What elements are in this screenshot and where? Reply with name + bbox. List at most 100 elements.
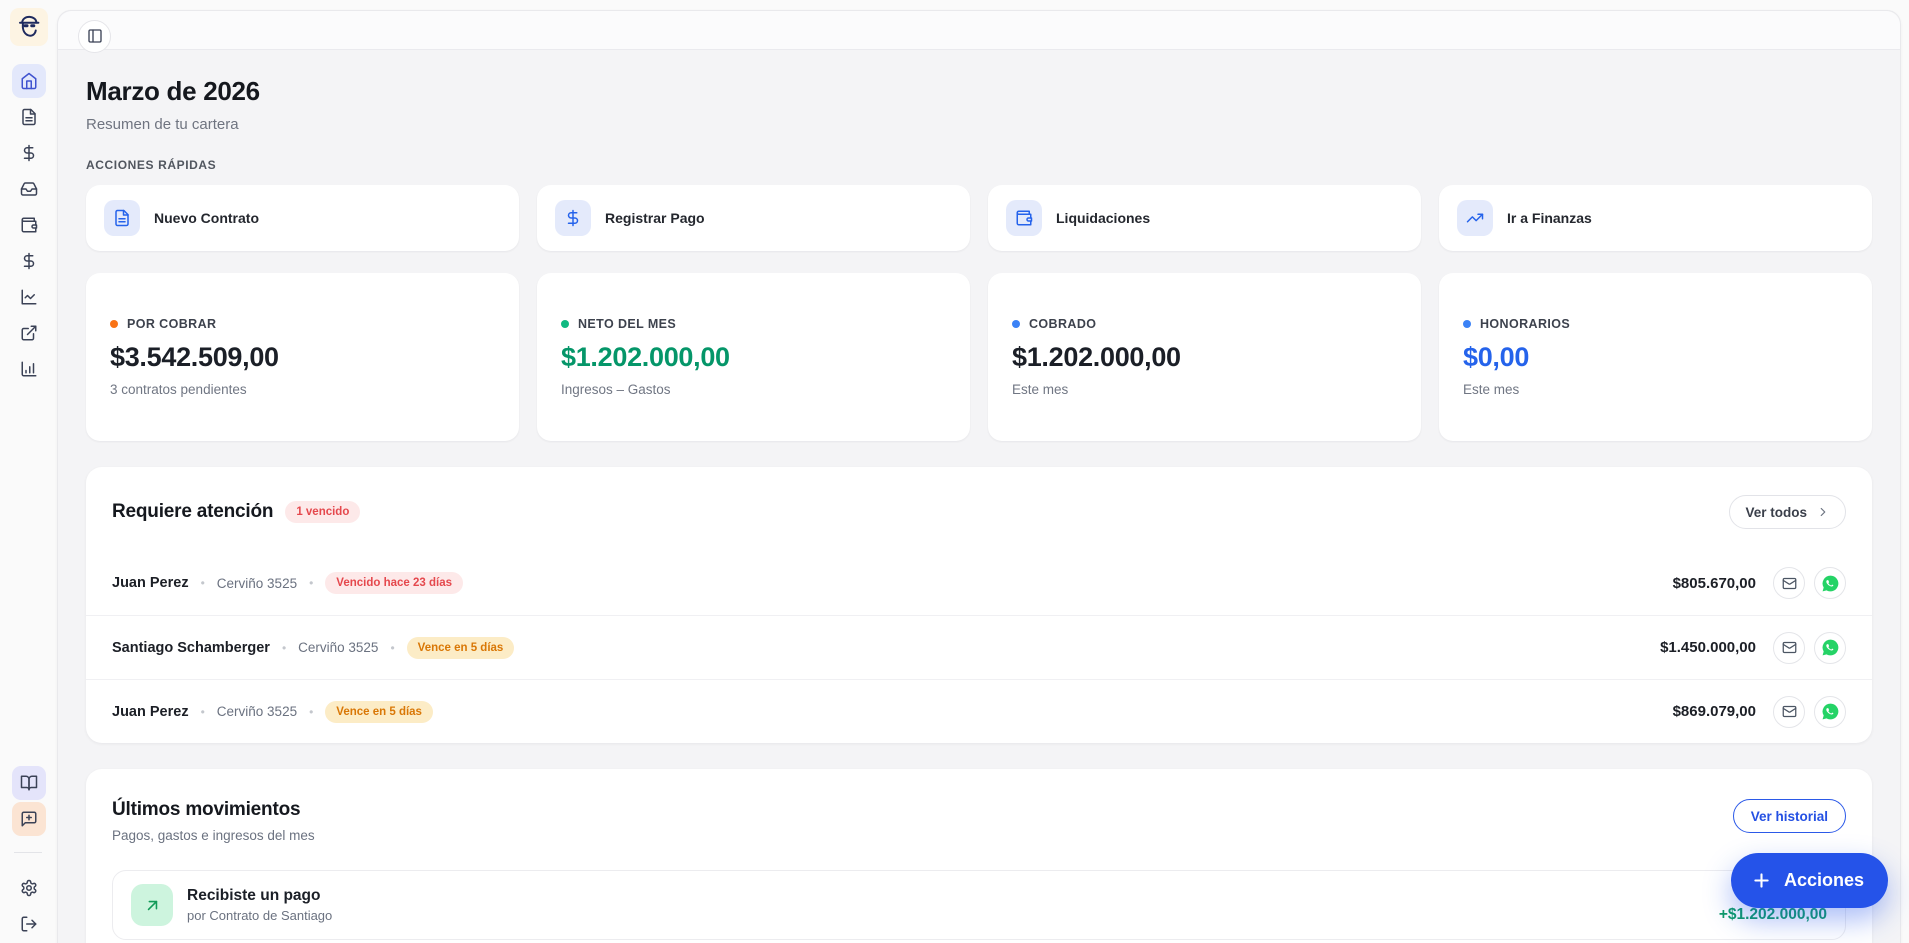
stat-label: HONORARIOS xyxy=(1480,317,1571,331)
book-open-icon xyxy=(20,775,37,791)
sidebar-item-external[interactable] xyxy=(12,316,46,350)
sidebar-item-home[interactable] xyxy=(11,64,46,98)
status-dot xyxy=(1463,320,1471,328)
movements-header: Últimos movimientos Pagos, gastos e ingr… xyxy=(112,799,1846,843)
amount-due: $1.450.000,00 xyxy=(1660,639,1756,656)
view-history-label: Ver historial xyxy=(1750,808,1828,824)
quick-action-label: Nuevo Contrato xyxy=(154,210,259,226)
sidebar-toggle-button[interactable] xyxy=(78,19,111,53)
home-icon xyxy=(21,72,36,90)
stat-card-neto-del-mes: NETO DEL MES $1.202.000,00 Ingresos – Ga… xyxy=(537,273,970,441)
page-title: Marzo de 2026 xyxy=(86,76,260,106)
sidebar-item-wallet[interactable] xyxy=(12,208,46,242)
topbar xyxy=(58,11,1900,53)
attention-card: Requiere atención 1 vencido Ver todos Ju… xyxy=(86,467,1872,743)
view-history-button[interactable]: Ver historial xyxy=(1732,799,1846,833)
mail-icon xyxy=(1782,641,1796,654)
movement-item[interactable]: Recibiste un pago por Contrato de Santia… xyxy=(112,870,1846,940)
fab-label: Acciones xyxy=(1783,870,1864,890)
arrow-up-right-icon xyxy=(131,884,173,926)
quick-action-label: Ir a Finanzas xyxy=(1507,210,1592,226)
movements-title: Últimos movimientos xyxy=(112,799,301,820)
property-address: Cerviño 3525 xyxy=(216,704,298,719)
message-plus-icon xyxy=(21,811,36,827)
tenant-name: Juan Perez xyxy=(112,575,189,591)
sidebar-item-reports[interactable] xyxy=(12,352,46,386)
app-logo[interactable] xyxy=(10,8,48,46)
stat-caption: Ingresos – Gastos xyxy=(561,382,671,397)
quick-actions-label: ACCIONES RÁPIDAS xyxy=(86,158,217,172)
sidebar-item-analytics[interactable] xyxy=(12,280,46,314)
attention-row[interactable]: Juan Perez • Cerviño 3525 • Vence en 5 d… xyxy=(86,679,1872,743)
sidebar-footer-nav xyxy=(0,871,57,943)
panel-left-icon xyxy=(87,29,102,43)
dollar-icon xyxy=(555,200,591,236)
quick-action-liquidaciones[interactable]: Liquidaciones xyxy=(988,185,1421,251)
separator-dot: • xyxy=(200,576,205,590)
file-text-icon xyxy=(104,200,140,236)
mail-icon xyxy=(1782,577,1796,589)
movements-card: Últimos movimientos Pagos, gastos e ingr… xyxy=(86,769,1872,943)
sidebar-item-settings[interactable] xyxy=(12,871,46,905)
sidebar-item-logout[interactable] xyxy=(12,907,46,941)
wallet-icon xyxy=(21,217,37,233)
status-badge: Vencido hace 23 días xyxy=(325,572,463,594)
main-panel: Marzo de 2026 Resumen de tu cartera ACCI… xyxy=(57,10,1901,943)
view-all-label: Ver todos xyxy=(1745,504,1807,520)
separator-dot: • xyxy=(200,704,205,719)
file-text-icon xyxy=(21,108,36,126)
sidebar-item-contracts[interactable] xyxy=(12,100,46,134)
movements-subtitle: Pagos, gastos e ingresos del mes xyxy=(112,828,315,843)
wallet-icon xyxy=(1006,200,1042,236)
sidebar-secondary-nav xyxy=(0,766,57,838)
stat-value: $1.202.000,00 xyxy=(1012,342,1181,372)
page-subtitle: Resumen de tu cartera xyxy=(86,116,239,133)
whatsapp-icon xyxy=(1822,575,1838,591)
stat-label: NETO DEL MES xyxy=(578,317,677,331)
stats-row: POR COBRAR $3.542.509,00 3 contratos pen… xyxy=(86,273,1872,441)
dollar-icon xyxy=(23,144,34,162)
stat-caption: Este mes xyxy=(1012,382,1069,397)
stat-caption: Este mes xyxy=(1463,382,1520,397)
email-button[interactable] xyxy=(1773,695,1805,728)
sidebar-item-inbox[interactable] xyxy=(12,172,46,206)
attention-header: Requiere atención 1 vencido Ver todos xyxy=(86,467,1872,551)
status-dot xyxy=(561,320,569,328)
status-dot xyxy=(1012,320,1020,328)
stat-label: COBRADO xyxy=(1029,317,1097,331)
amount-due: $869.079,00 xyxy=(1672,703,1756,720)
sidebar-divider xyxy=(14,852,42,853)
property-address: Cerviño 3525 xyxy=(298,640,379,655)
movement-subtitle: por Contrato de Santiago xyxy=(187,908,333,923)
attention-row[interactable]: Santiago Schamberger • Cerviño 3525 • Ve… xyxy=(86,615,1872,679)
sidebar xyxy=(0,0,57,943)
stat-caption: 3 contratos pendientes xyxy=(110,382,247,397)
whatsapp-icon xyxy=(1822,639,1838,656)
sidebar-item-docs[interactable] xyxy=(11,766,46,800)
quick-actions-row: Nuevo Contrato Registrar Pago Liquidacio… xyxy=(86,185,1872,251)
whatsapp-button[interactable] xyxy=(1814,695,1846,728)
email-button[interactable] xyxy=(1773,631,1805,664)
movement-title: Recibiste un pago xyxy=(187,887,321,904)
mail-icon xyxy=(1782,705,1796,718)
sidebar-item-feedback[interactable] xyxy=(11,802,46,836)
stat-card-honorarios: HONORARIOS $0,00 Este mes xyxy=(1439,273,1872,441)
stat-value: $3.542.509,00 xyxy=(110,342,279,372)
whatsapp-button[interactable] xyxy=(1814,567,1846,599)
sidebar-item-money[interactable] xyxy=(12,244,46,278)
view-all-button[interactable]: Ver todos xyxy=(1729,495,1846,529)
separator-dot: • xyxy=(309,704,314,719)
quick-action-ir-a-finanzas[interactable]: Ir a Finanzas xyxy=(1439,185,1872,251)
whatsapp-button[interactable] xyxy=(1814,631,1846,664)
quick-action-registrar-pago[interactable]: Registrar Pago xyxy=(537,185,970,251)
sidebar-item-payments[interactable] xyxy=(12,136,46,170)
attention-row[interactable]: Juan Perez • Cerviño 3525 • Vencido hace… xyxy=(86,551,1872,615)
dashboard-content: Marzo de 2026 Resumen de tu cartera ACCI… xyxy=(58,50,1900,943)
sidebar-nav xyxy=(0,64,57,388)
status-badge: Vence en 5 días xyxy=(325,700,433,723)
plus-icon xyxy=(1754,873,1769,888)
email-button[interactable] xyxy=(1773,567,1805,599)
acciones-fab-button[interactable]: Acciones xyxy=(1730,853,1888,908)
quick-action-nuevo-contrato[interactable]: Nuevo Contrato xyxy=(86,185,519,251)
stat-card-por-cobrar: POR COBRAR $3.542.509,00 3 contratos pen… xyxy=(86,273,519,441)
